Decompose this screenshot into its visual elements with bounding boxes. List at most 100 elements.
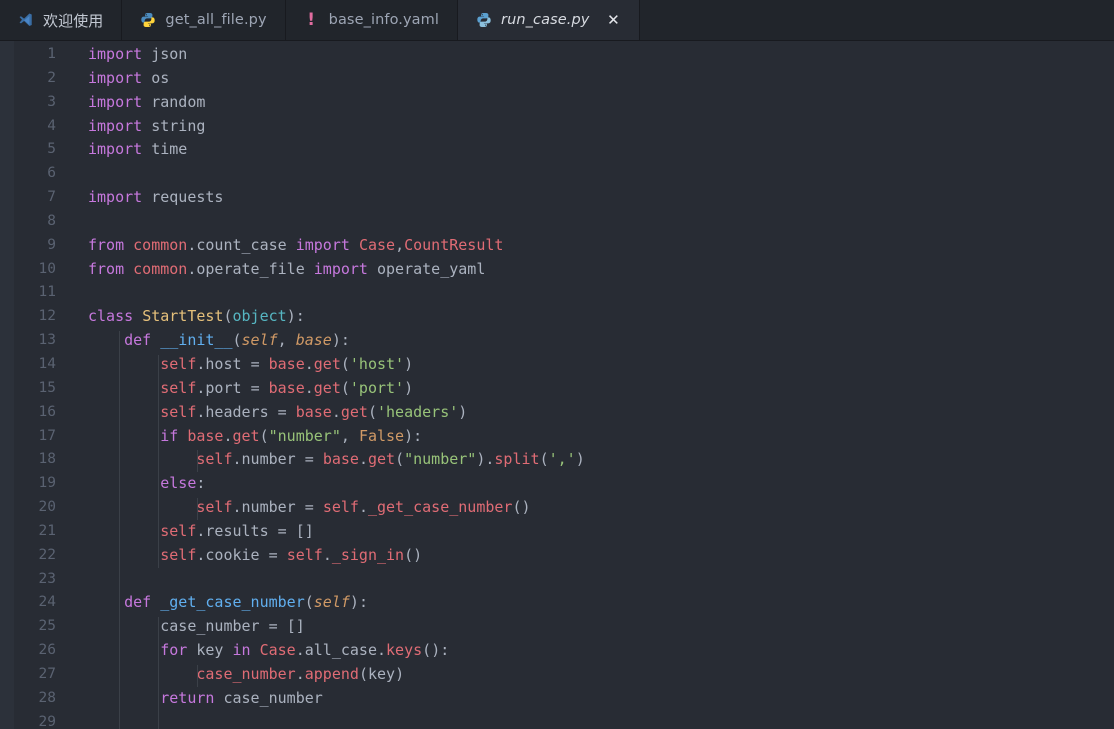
code-line[interactable]: 22 self.cookie = self._sign_in(): [0, 544, 1114, 568]
code-line[interactable]: 24 def _get_case_number(self):: [0, 591, 1114, 615]
code-line[interactable]: 21 self.results = []: [0, 520, 1114, 544]
line-number: 12: [38, 308, 56, 325]
line-code: case_number = []: [160, 617, 305, 636]
line-number: 6: [47, 165, 56, 182]
code-line[interactable]: 14 self.host = base.get('host'): [0, 353, 1114, 377]
exclamation-glyph: !: [307, 9, 316, 30]
line-number: 9: [47, 236, 56, 253]
line-code: import string: [88, 116, 206, 135]
line-number: 8: [47, 212, 56, 229]
code-line[interactable]: 23: [0, 568, 1114, 592]
line-number: 2: [47, 69, 56, 86]
line-number: 17: [38, 427, 56, 444]
line-code: import json: [88, 45, 188, 63]
line-code: import random: [88, 92, 206, 111]
line-number: 11: [38, 284, 56, 301]
tab-get-all-file-py[interactable]: get_all_file.py: [122, 0, 286, 40]
code-line[interactable]: 4 import string: [0, 115, 1114, 139]
line-number: 14: [38, 355, 56, 372]
code-line[interactable]: 10 from common.operate_file import operat…: [0, 258, 1114, 282]
line-number: 29: [38, 713, 56, 729]
code-line[interactable]: 3 import random: [0, 91, 1114, 115]
code-line[interactable]: 6: [0, 162, 1114, 186]
line-code: import os: [88, 68, 170, 87]
code-line[interactable]: 17 if base.get("number", False):: [0, 425, 1114, 449]
code-line[interactable]: 28 return case_number: [0, 687, 1114, 711]
code-line[interactable]: 20 self.number = self._get_case_number(): [0, 496, 1114, 520]
line-code: for key in Case.all_case.keys():: [160, 641, 450, 660]
tab-label: run_case.py: [501, 12, 590, 28]
line-code: from common.count_case import Case,Count…: [88, 235, 504, 254]
line-number: 10: [38, 260, 56, 277]
code-line[interactable]: 5 import time: [0, 138, 1114, 162]
yaml-file-icon: !: [303, 9, 320, 30]
tab-label: get_all_file.py: [165, 12, 267, 28]
line-code: self.port = base.get('port'): [160, 378, 414, 397]
tab-label: 欢迎使用: [43, 11, 104, 30]
code-line[interactable]: 7 import requests: [0, 186, 1114, 210]
line-code: def __init__(self, base):: [124, 331, 350, 350]
tab-base-info-yaml[interactable]: ! base_info.yaml: [285, 0, 459, 40]
line-number: 7: [47, 189, 56, 206]
line-number: 27: [38, 665, 56, 682]
code-line[interactable]: 9 from common.count_case import Case,Coun…: [0, 234, 1114, 258]
line-number: 13: [38, 332, 56, 349]
indent-guide: [196, 450, 198, 473]
line-code: class StartTest(object):: [88, 307, 305, 326]
code-line[interactable]: 19 else:: [0, 472, 1114, 496]
code-line[interactable]: 15 self.port = base.get('port'): [0, 377, 1114, 401]
line-number: 28: [38, 689, 56, 706]
code-line[interactable]: 25 case_number = []: [0, 615, 1114, 639]
line-code: return case_number: [160, 688, 323, 707]
code-line[interactable]: 11: [0, 281, 1114, 305]
line-number: 15: [38, 379, 56, 396]
line-code: self.number = self._get_case_number(): [196, 498, 531, 517]
line-number: 4: [47, 117, 56, 134]
line-code: self.headers = base.get('headers'): [160, 402, 468, 421]
indent-guide: [157, 355, 159, 568]
tab-welcome[interactable]: 欢迎使用: [0, 0, 123, 40]
code-line[interactable]: 18 self.number = base.get("number").spli…: [0, 448, 1114, 472]
line-code: from common.operate_file import operate_…: [88, 259, 486, 278]
line-number: 5: [47, 141, 56, 158]
code-line[interactable]: 12 class StartTest(object):: [0, 305, 1114, 329]
line-number: 1: [47, 46, 56, 62]
code-editor[interactable]: 1 import json 2 import os 3 import random 4 imp…: [0, 41, 1114, 729]
line-code: self.host = base.get('host'): [160, 354, 414, 373]
line-number: 25: [38, 618, 56, 635]
tab-bar-empty-space: [640, 0, 1114, 40]
line-code: else:: [160, 474, 206, 493]
line-code: if base.get("number", False):: [160, 426, 423, 445]
line-number: 21: [38, 522, 56, 539]
line-number: 23: [38, 570, 56, 587]
line-number: 26: [38, 642, 56, 659]
line-number: 20: [38, 499, 56, 516]
close-icon[interactable]: ✕: [605, 12, 621, 28]
code-line[interactable]: 16 self.headers = base.get('headers'): [0, 401, 1114, 425]
line-number: 24: [38, 594, 56, 611]
indent-guide: [196, 665, 198, 687]
code-line[interactable]: 1 import json: [0, 43, 1114, 67]
vscode-logo-icon: [17, 12, 34, 29]
indent-guide: [196, 498, 198, 520]
code-line[interactable]: 8: [0, 210, 1114, 234]
tab-run-case-py[interactable]: run_case.py ✕: [458, 0, 641, 40]
python-file-icon: [139, 12, 156, 29]
line-number: 16: [38, 403, 56, 420]
line-code: case_number.append(key): [196, 664, 405, 683]
indent-guide: [157, 617, 159, 729]
line-code: self.number = base.get("number").split('…: [196, 450, 585, 469]
code-line[interactable]: 27 case_number.append(key): [0, 663, 1114, 687]
line-number: 19: [38, 475, 56, 492]
line-code: import requests: [88, 188, 224, 207]
code-line[interactable]: 13 def __init__(self, base):: [0, 329, 1114, 353]
line-code: self.results = []: [160, 521, 314, 540]
line-code: def _get_case_number(self):: [124, 593, 368, 612]
code-content[interactable]: 1 import json 2 import os 3 import random 4 imp…: [0, 41, 1114, 729]
code-line[interactable]: 26 for key in Case.all_case.keys():: [0, 639, 1114, 663]
line-number: 18: [38, 451, 56, 468]
line-code: import time: [88, 140, 188, 159]
code-line[interactable]: 2 import os: [0, 67, 1114, 91]
code-line[interactable]: 29: [0, 711, 1114, 729]
tab-label: base_info.yaml: [328, 12, 440, 28]
